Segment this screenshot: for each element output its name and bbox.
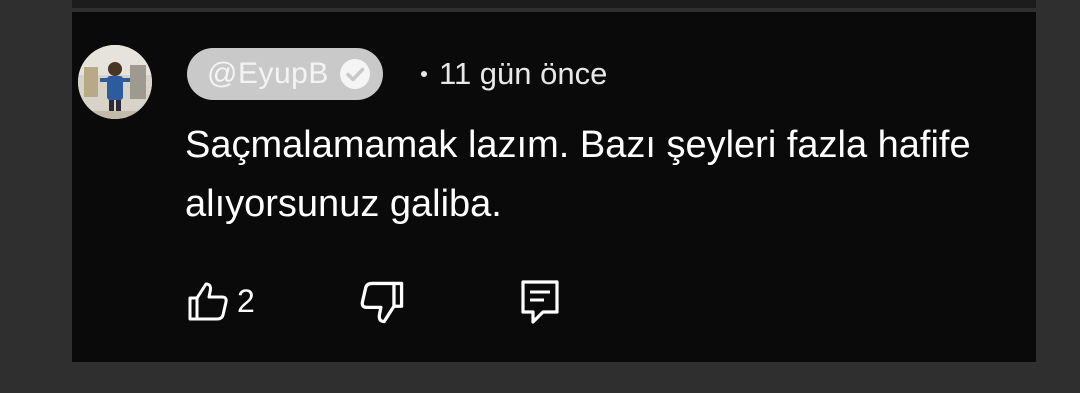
avatar[interactable] xyxy=(78,45,152,119)
comment-text: Saçmalamamak lazım. Bazı şeyleri fazla h… xyxy=(185,124,971,225)
channel-handle-chip[interactable]: @EyupB xyxy=(187,48,383,100)
previous-comment-edge xyxy=(72,0,1036,8)
reply-comment-icon xyxy=(521,280,559,324)
thumbs-up-icon xyxy=(188,282,228,321)
avatar-image xyxy=(78,45,152,119)
comment-timestamp[interactable]: 11 gün önce xyxy=(439,56,607,92)
channel-handle[interactable]: @EyupB xyxy=(207,57,329,91)
screenshot-frame: @EyupB 11 gün önce Saçmalamamak lazım. B… xyxy=(0,0,1080,393)
reply-button[interactable] xyxy=(519,278,561,328)
separator-dot xyxy=(421,71,427,77)
verified-check-icon xyxy=(339,58,371,90)
bottom-border xyxy=(0,362,1080,393)
like-count: 2 xyxy=(237,282,255,319)
like-button[interactable]: 2 xyxy=(185,278,255,324)
dislike-button[interactable] xyxy=(357,278,407,328)
thumbs-down-icon xyxy=(360,281,404,324)
